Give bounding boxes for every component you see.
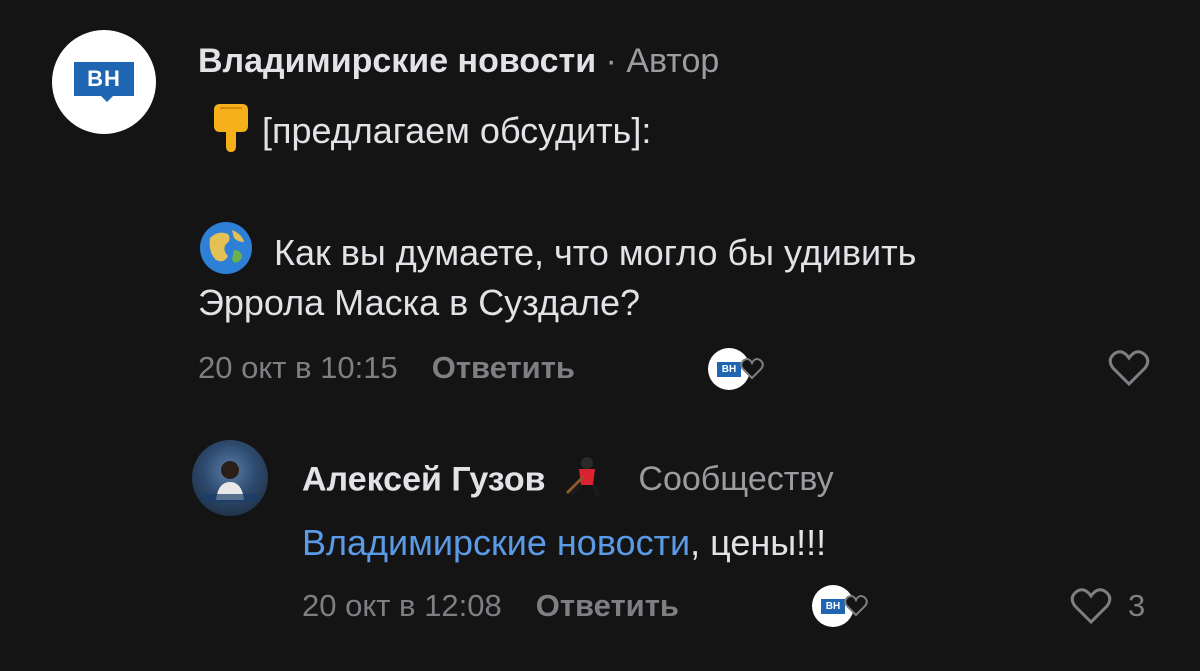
author-name[interactable]: Владимирские новости	[198, 42, 596, 80]
reply-like-heart-icon[interactable]	[1070, 588, 1112, 626]
comment-text-2: Как вы думаете, что могло бы удивить	[274, 232, 917, 274]
reply-author-name[interactable]: Алексей Гузов	[302, 460, 546, 498]
reply-text: Владимирские новости, цены!!!	[302, 516, 826, 570]
like-heart-icon[interactable]	[1108, 350, 1150, 388]
author-heart-icon	[740, 358, 764, 380]
comment-text-1: [предлагаем обсудить]:	[262, 110, 652, 152]
reply-author-role: Сообществу	[638, 460, 834, 499]
reply-author-avatar[interactable]	[192, 440, 268, 516]
reply-author-heart-icon	[844, 595, 868, 617]
pointing-down-emoji	[212, 100, 252, 167]
reply-author: Алексей Гузов Сообществу	[302, 455, 834, 508]
author-separator: ·	[596, 42, 627, 80]
author-role: Автор	[626, 42, 720, 80]
person-photo-icon	[202, 461, 258, 502]
reply-meta: 20 окт в 12:08 Ответить	[302, 588, 679, 624]
vn-logo: ВН	[74, 62, 134, 102]
reply-reply-button[interactable]: Ответить	[536, 588, 679, 623]
comment-text-3: Эррола Маска в Суздале?	[198, 282, 641, 323]
comment-time: 20 окт в 10:15	[198, 350, 398, 385]
comment-author: Владимирские новости · Автор	[198, 42, 719, 81]
like-count: 3	[1128, 588, 1146, 623]
reply-time: 20 окт в 12:08	[302, 588, 502, 623]
reply-text-rest: , цены!!!	[690, 522, 827, 563]
mention-link[interactable]: Владимирские новости	[302, 522, 690, 563]
comment-line-1: [предлагаем обсудить]:	[198, 100, 651, 167]
reply-button[interactable]: Ответить	[432, 350, 575, 385]
comment-meta: 20 окт в 10:15 Ответить	[198, 350, 575, 386]
hockey-player-emoji	[561, 455, 607, 508]
author-avatar[interactable]: ВН	[52, 30, 156, 134]
